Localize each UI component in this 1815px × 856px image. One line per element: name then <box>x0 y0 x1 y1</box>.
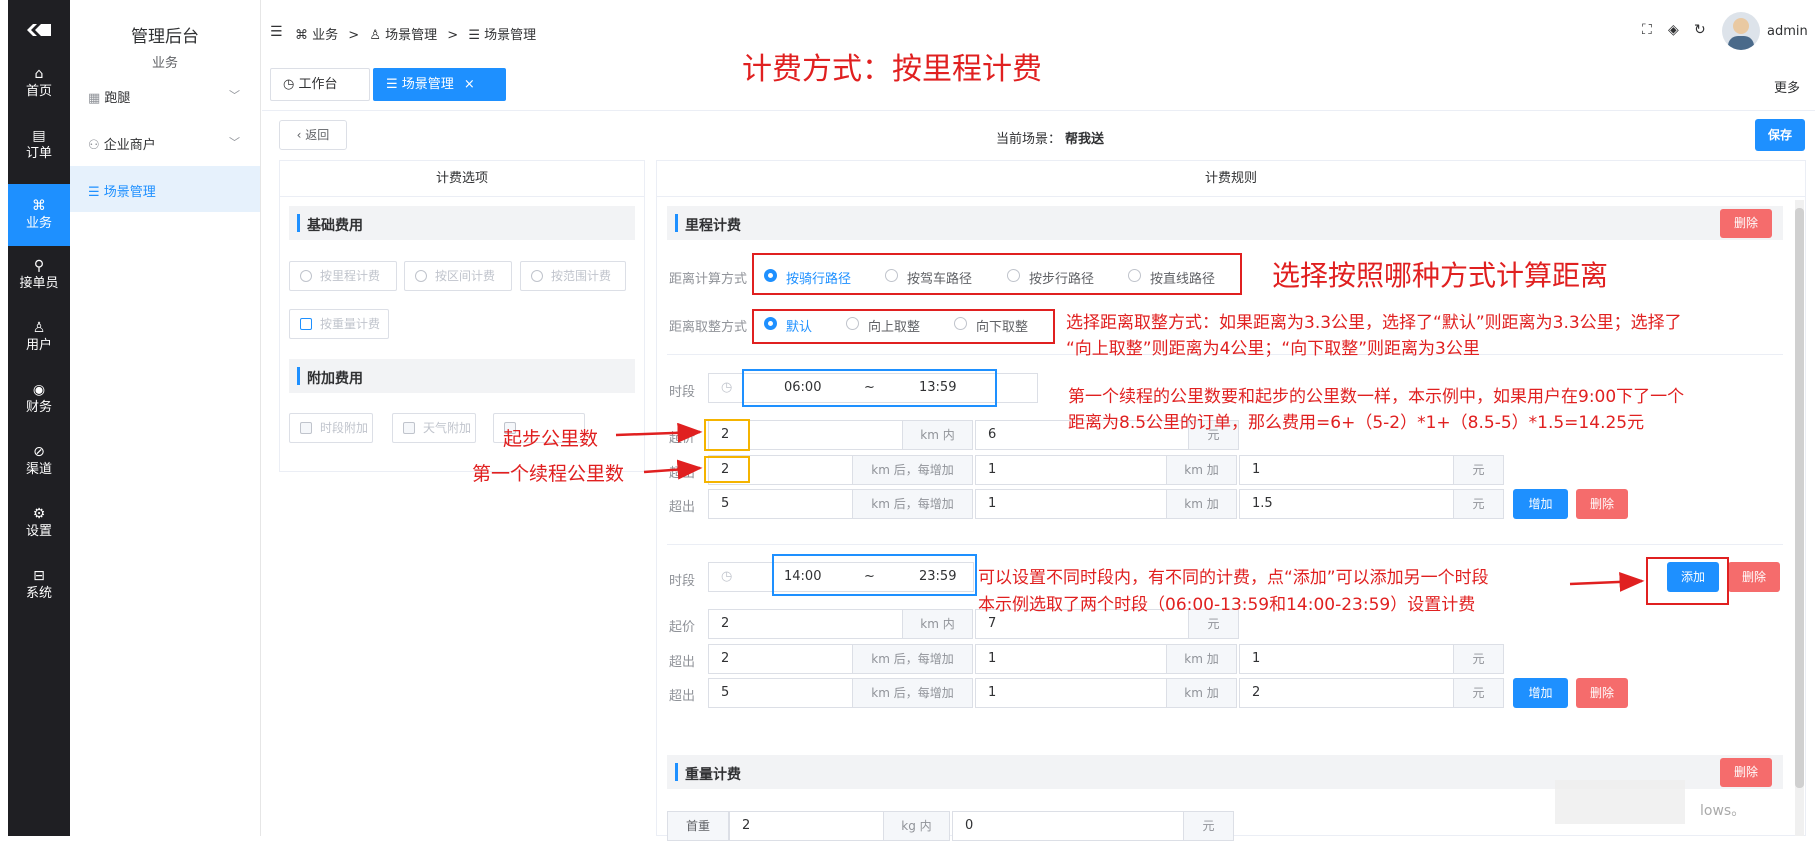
arrow-add-period <box>1569 571 1645 592</box>
arrow-first-km <box>643 459 703 480</box>
arrow-start-km <box>615 422 703 443</box>
annotation-arrows <box>615 422 1645 592</box>
